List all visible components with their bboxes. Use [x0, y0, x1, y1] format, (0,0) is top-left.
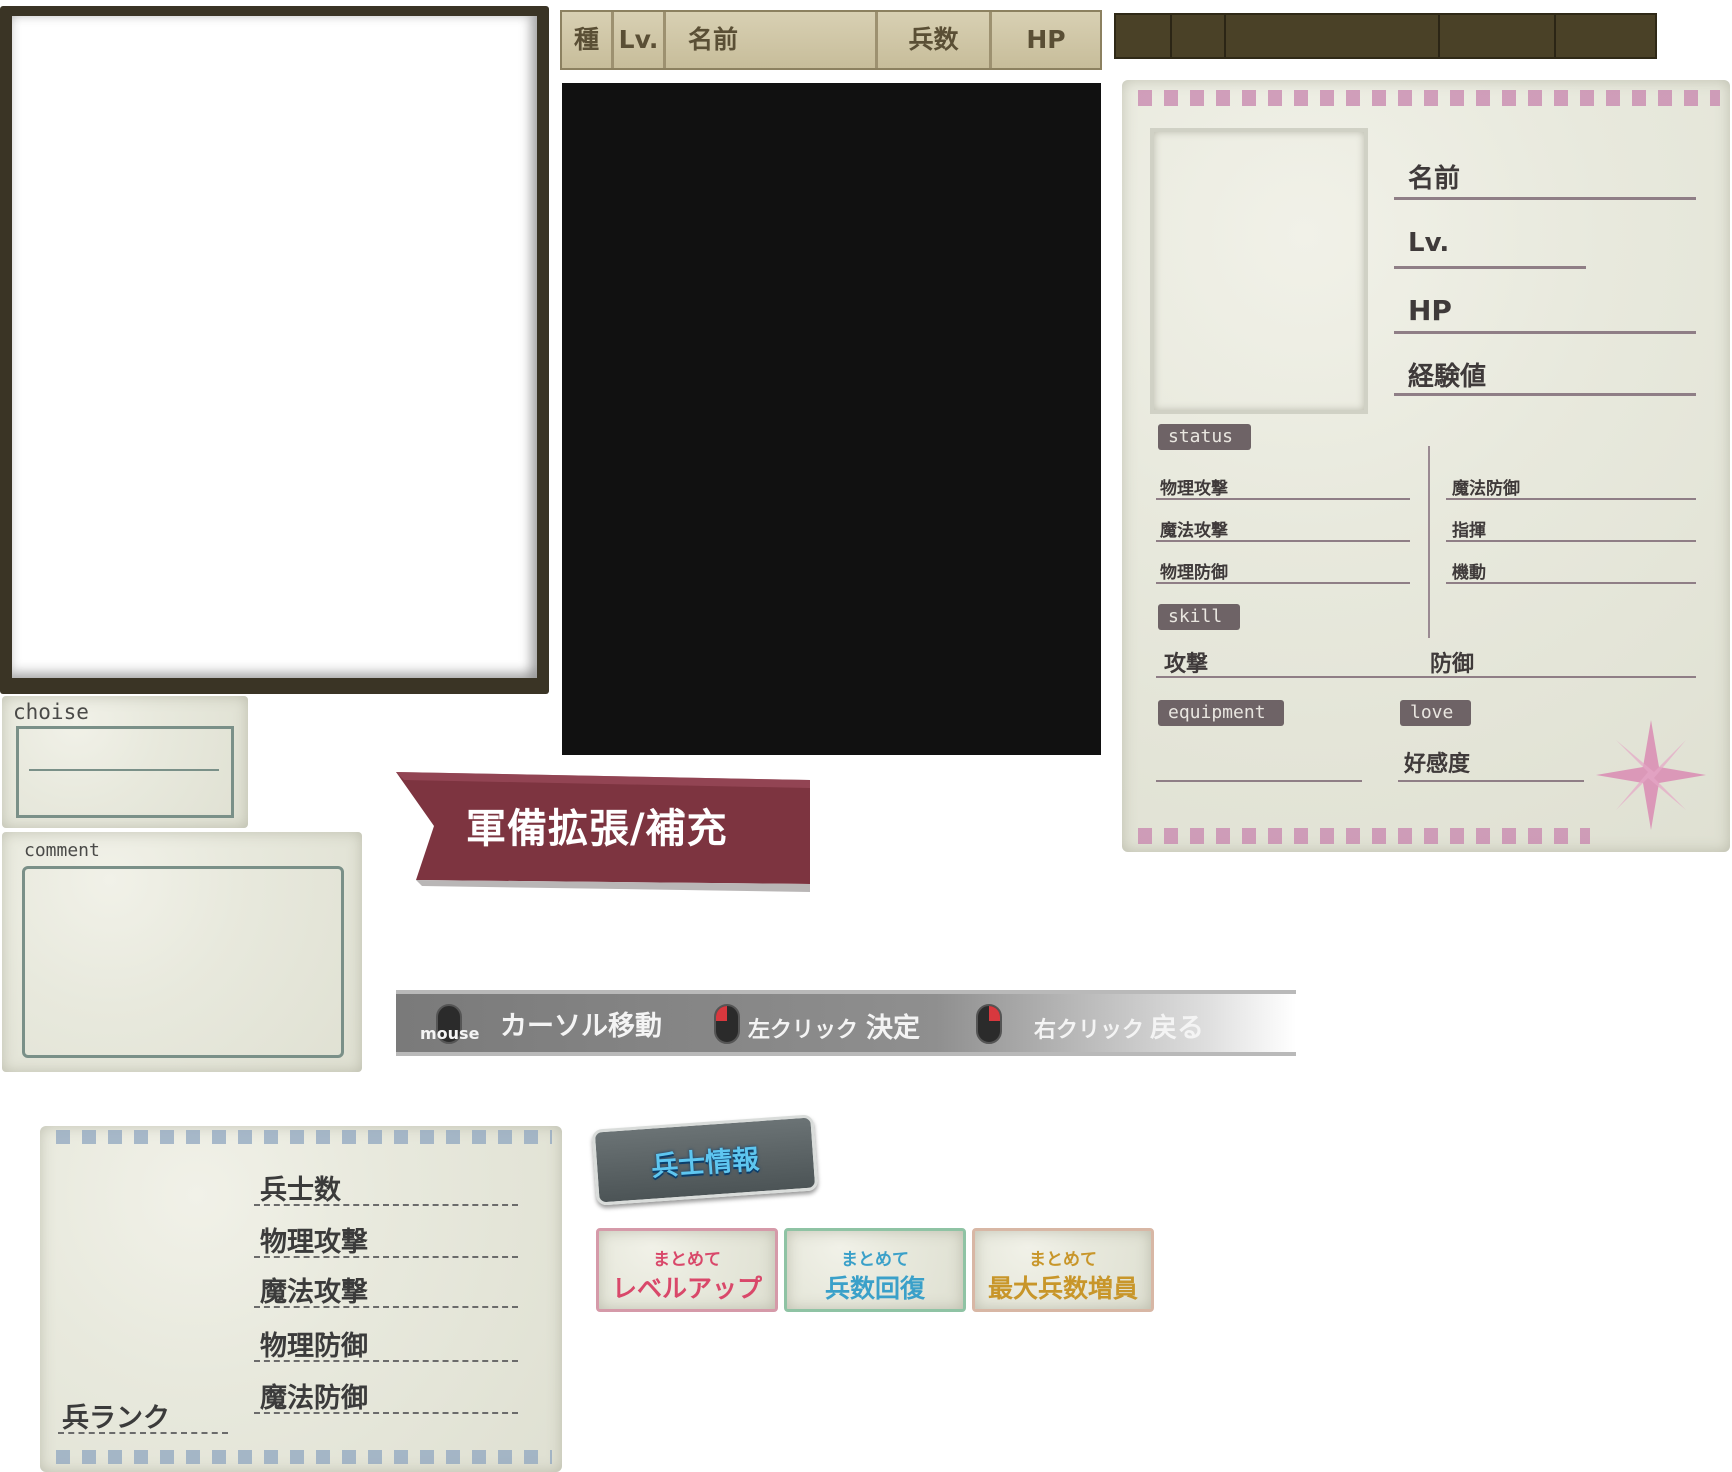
bulk-level-up-button[interactable]: まとめて レベルアップ: [596, 1228, 778, 1312]
bulk-max-troops-small: まとめて: [1029, 1250, 1097, 1270]
zigzag-border-top: [50, 1130, 552, 1144]
soldier-info-card: 兵士数 物理攻撃 魔法攻撃 物理防御 魔法防御 兵ランク: [40, 1126, 562, 1472]
stat-phys-defense: 物理防御: [1160, 563, 1228, 583]
divider: [254, 1204, 518, 1206]
divider: [1394, 266, 1586, 269]
phys-attack-label: 物理攻撃: [260, 1227, 368, 1258]
unit-list-header: 種 Lv. 名前 兵数 HP: [560, 10, 1102, 70]
choise-panel: choise: [2, 696, 248, 828]
tab-segment[interactable]: [1224, 15, 1440, 57]
bulk-max-troops-text: 最大兵数増員: [987, 1274, 1138, 1303]
mag-defense-label: 魔法防御: [260, 1383, 368, 1414]
choise-divider: [29, 769, 219, 771]
bulk-troop-restore-small: まとめて: [841, 1250, 909, 1270]
zigzag-border-top: [1132, 90, 1720, 106]
unit-portrait: [1150, 128, 1368, 414]
divider: [1156, 780, 1362, 782]
stat-mag-attack: 魔法攻撃: [1160, 521, 1228, 541]
bulk-max-troops-button[interactable]: まとめて 最大兵数増員: [972, 1228, 1154, 1312]
col-hp[interactable]: HP: [992, 12, 1100, 68]
compass-star-icon: [1596, 720, 1706, 830]
divider: [1394, 393, 1696, 396]
zigzag-border-bottom: [1132, 828, 1590, 844]
soldier-info-tab[interactable]: 兵士情報: [591, 1114, 819, 1206]
comment-title: comment: [24, 840, 100, 861]
skill-tag: skill: [1158, 604, 1241, 630]
soldier-count-label: 兵士数: [260, 1175, 341, 1206]
banner-title: 軍備拡張/補充: [466, 806, 728, 852]
right-click-mouse-icon: [976, 1004, 1002, 1044]
skill-attack-label: 攻撃: [1164, 652, 1209, 677]
divider: [254, 1412, 518, 1414]
divider: [1394, 197, 1696, 200]
divider: [1156, 540, 1410, 542]
tab-segment[interactable]: [1554, 15, 1655, 57]
col-kind[interactable]: 種: [562, 12, 614, 68]
affection-label: 好感度: [1404, 752, 1471, 777]
bulk-troop-restore-button[interactable]: まとめて 兵数回復: [784, 1228, 966, 1312]
bulk-level-up-small: まとめて: [653, 1250, 721, 1270]
mag-attack-label: 魔法攻撃: [260, 1277, 368, 1308]
col-name[interactable]: 名前: [666, 12, 878, 68]
cursor-move-text: カーソル移動: [500, 1011, 662, 1042]
status-tag: status: [1158, 424, 1252, 450]
title-banner: 軍備拡張/補充: [396, 772, 810, 894]
choise-title: choise: [13, 700, 89, 724]
right-button-highlight: [989, 1006, 1000, 1021]
bulk-troop-restore-text: 兵数回復: [824, 1274, 925, 1303]
exp-label: 経験値: [1408, 362, 1487, 392]
top-right-tab-bar: [1114, 13, 1657, 59]
right-click-text: 右クリック: [1034, 1018, 1145, 1043]
divider: [1446, 498, 1696, 500]
mouse-label: mouse: [420, 1024, 480, 1043]
divider: [1156, 498, 1410, 500]
phys-defense-label: 物理防御: [260, 1331, 368, 1362]
col-level[interactable]: Lv.: [614, 12, 666, 68]
divider: [1394, 331, 1696, 334]
skill-defense-label: 防御: [1430, 652, 1475, 677]
hp-label: HP: [1408, 294, 1452, 327]
divider: [1446, 582, 1696, 584]
soldier-info-tab-label: 兵士情報: [650, 1144, 761, 1183]
back-text: 戻る: [1150, 1013, 1204, 1044]
divider: [1156, 676, 1696, 678]
divider: [58, 1432, 228, 1434]
comment-frame[interactable]: [22, 866, 344, 1058]
unit-list[interactable]: [562, 83, 1101, 755]
left-click-text: 左クリック: [748, 1018, 859, 1043]
controls-help-bar: mouse カーソル移動 左クリック 決定 右クリック 戻る: [396, 990, 1296, 1056]
left-click-mouse-icon: [714, 1004, 740, 1044]
divider: [1446, 540, 1696, 542]
divider: [254, 1306, 518, 1308]
unit-status-card: 名前 Lv. HP 経験値 status 物理攻撃 魔法攻撃 物理防御 魔法防御…: [1122, 80, 1730, 852]
zigzag-border-bottom: [50, 1450, 552, 1464]
soldier-rank-label: 兵ランク: [62, 1403, 170, 1434]
love-tag: love: [1400, 700, 1472, 726]
tab-segment[interactable]: [1438, 15, 1556, 57]
divider: [254, 1360, 518, 1362]
status-column-divider: [1428, 446, 1430, 638]
portrait-window: [12, 16, 537, 678]
divider: [1156, 582, 1410, 584]
stat-phys-attack: 物理攻撃: [1160, 479, 1228, 499]
decide-text: 決定: [866, 1013, 920, 1044]
equipment-tag: equipment: [1158, 700, 1284, 726]
tab-segment[interactable]: [1116, 15, 1172, 57]
divider: [254, 1256, 518, 1258]
choise-frame[interactable]: [16, 726, 234, 818]
bulk-level-up-text: レベルアップ: [611, 1274, 762, 1303]
level-label: Lv.: [1408, 228, 1450, 258]
comment-panel: comment: [2, 832, 362, 1072]
left-button-highlight: [716, 1006, 727, 1021]
name-label: 名前: [1408, 164, 1461, 194]
tab-segment[interactable]: [1170, 15, 1226, 57]
stat-mag-defense: 魔法防御: [1452, 479, 1520, 499]
stat-mobility: 機動: [1452, 563, 1486, 583]
col-troops[interactable]: 兵数: [878, 12, 992, 68]
divider: [1398, 780, 1584, 782]
stat-command: 指揮: [1452, 521, 1486, 541]
